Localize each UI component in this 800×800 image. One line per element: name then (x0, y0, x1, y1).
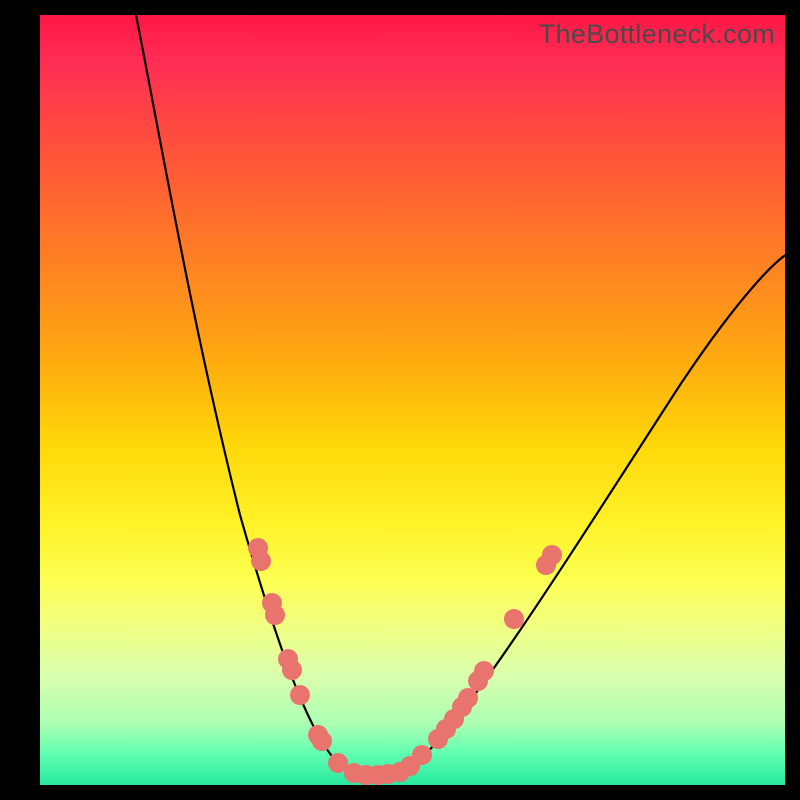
chart-plot-area: TheBottleneck.com (40, 15, 785, 785)
data-point (504, 609, 524, 629)
chart-frame: TheBottleneck.com (0, 0, 800, 800)
right-curve (375, 253, 785, 775)
data-point (474, 661, 494, 681)
chart-svg (40, 15, 785, 785)
data-point (458, 688, 478, 708)
data-points-group (248, 538, 562, 785)
left-curve (135, 15, 375, 775)
data-point (251, 551, 271, 571)
data-point (542, 545, 562, 565)
data-point (265, 605, 285, 625)
data-point (412, 745, 432, 765)
data-point (312, 731, 332, 751)
data-point (282, 660, 302, 680)
data-point (290, 685, 310, 705)
curve-group (135, 15, 785, 775)
